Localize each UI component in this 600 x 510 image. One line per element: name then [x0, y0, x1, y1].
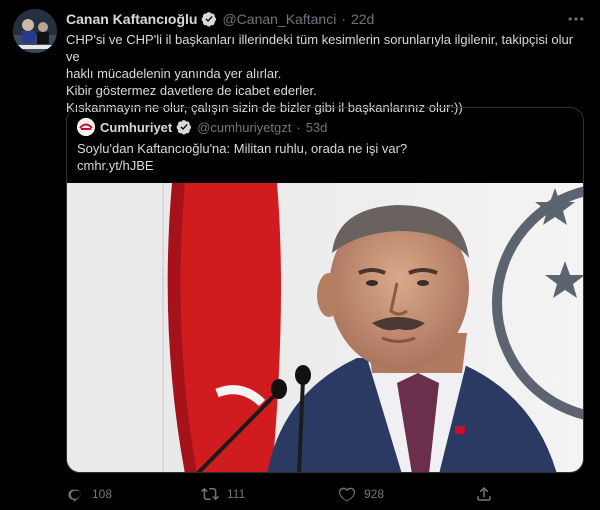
reply-icon [68, 489, 81, 502]
tweet-header: Canan Kaftancıoğlu @Canan_Kaftanci · 22d [66, 9, 374, 29]
quoted-tweet[interactable]: Cumhuriyet @cumhuriyetgzt · 53d Soylu'da… [66, 107, 584, 473]
quoted-author-name: Cumhuriyet [100, 119, 173, 135]
quoted-author-handle: @cumhuriyetgzt [197, 119, 292, 135]
share-button[interactable] [475, 485, 501, 503]
author-avatar[interactable] [13, 9, 57, 53]
quoted-link[interactable]: cmhr.yt/hJBE [77, 157, 567, 174]
retweet-button[interactable]: 111 [201, 485, 245, 503]
tweet-card[interactable]: Canan Kaftancıoğlu @Canan_Kaftanci · 22d… [0, 0, 600, 510]
retweet-icon [201, 487, 219, 501]
quoted-photo[interactable] [67, 183, 583, 472]
like-count: 928 [364, 487, 385, 501]
quoted-tweet-header: Cumhuriyet @cumhuriyetgzt · 53d [77, 118, 327, 136]
quoted-header-separator: · [296, 119, 301, 135]
tweet-text-line: haklı mücadelenin yanında yer alırlar. [66, 66, 282, 81]
heart-icon [338, 487, 356, 502]
tweet-timestamp[interactable]: 22d [351, 11, 374, 27]
author-handle[interactable]: @Canan_Kaftanci [222, 11, 336, 27]
quoted-headline: Soylu'dan Kaftancıoğlu'na: Militan ruhlu… [77, 141, 408, 156]
quoted-timestamp: 53d [305, 119, 328, 135]
tweet-text-line: CHP'si ve CHP'li il başkanları illerinde… [66, 32, 574, 64]
author-name[interactable]: Canan Kaftancıoğlu [66, 11, 197, 27]
verified-badge-icon [201, 11, 217, 27]
reply-button[interactable]: 108 [66, 485, 112, 503]
header-separator: · [341, 11, 346, 27]
retweet-count: 111 [227, 487, 246, 501]
tweet-text: CHP'si ve CHP'li il başkanları illerinde… [66, 31, 586, 116]
quoted-tweet-text: Soylu'dan Kaftancıoğlu'na: Militan ruhlu… [77, 140, 567, 174]
verified-badge-icon [176, 119, 192, 135]
reply-count: 108 [92, 487, 113, 501]
like-button[interactable]: 928 [338, 485, 384, 503]
share-icon [477, 486, 491, 501]
tweet-actions: 108 111 928 [66, 484, 526, 504]
more-options-icon[interactable] [566, 9, 586, 29]
quoted-author-avatar [77, 118, 95, 136]
tweet-text-line: Kibir göstermez davetlere de icabet eder… [66, 83, 317, 98]
